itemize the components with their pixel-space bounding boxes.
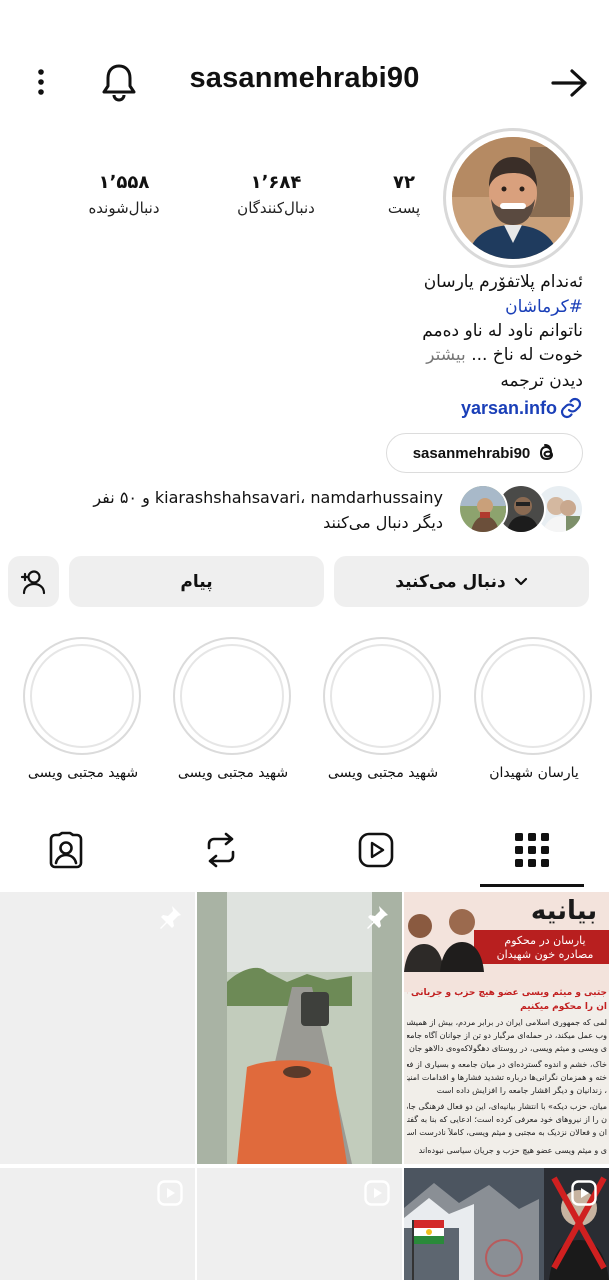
highlight-label: یارسان شهیدان [489, 765, 579, 781]
bio-website-link[interactable]: yarsan.info [461, 396, 583, 420]
bio-hashtag-link[interactable]: #کرماشان [505, 297, 583, 317]
link-chain-icon [559, 396, 583, 420]
back-arrow-icon[interactable] [548, 64, 592, 102]
statement-body-line: ی و میثم ویسی عضو هیچ حزب و جریان سیاسی … [418, 1146, 607, 1155]
profile-avatar[interactable] [443, 128, 583, 268]
tab-posts-grid[interactable] [504, 827, 560, 873]
highlight-cover [23, 637, 141, 755]
reel-play-icon [571, 1180, 597, 1206]
reposts-icon [204, 832, 238, 868]
statement-body-line: ن را از نیروهای خود معرفی کرده است؛ ادعا… [407, 1115, 607, 1124]
statement-subtitle-1: یارسان در محکوم [504, 934, 586, 947]
following-button-label: دنبال می‌کنید [395, 571, 506, 592]
threads-icon [538, 443, 556, 463]
threads-handle: sasanmehrabi90 [412, 444, 531, 462]
highlight-item[interactable] [323, 637, 443, 755]
stat-posts-count: ۷۲ [393, 172, 415, 193]
highlight-label: شهید مجتبی ویسی [327, 765, 439, 781]
reel-play-icon [157, 1180, 183, 1206]
statement-body-line: ان و فعالان نزدیک به مجتبی و میثم ویسی، … [407, 1128, 607, 1137]
statement-title: بیانیه [530, 896, 598, 926]
statement-body-line: لمی که جمهوری اسلامی ایران در برابر مردم… [407, 1018, 607, 1027]
profile-username-title: sasanmehrabi90 [189, 62, 420, 94]
stat-followers[interactable]: ۱٬۶۸۴ دنبال‌کنندگان [210, 172, 342, 217]
highlight-label: شهید مجتبی ویسی [27, 765, 139, 781]
stat-following[interactable]: ۱٬۵۵۸ دنبال‌شونده [58, 172, 190, 217]
tagged-icon [47, 831, 85, 869]
statement-body-line: وب عمل میکند، در حمله‌ای مرگبار دو تن از… [407, 1031, 607, 1040]
bio-translate-link[interactable]: دیدن ترجمه [500, 371, 583, 391]
statement-red-line-2: ان را محکوم میکنیم [520, 1002, 607, 1012]
following-dropdown-button[interactable]: دنبال می‌کنید [334, 556, 589, 607]
post-thumbnail[interactable] [0, 892, 195, 1164]
reel-play-icon [364, 1180, 390, 1206]
video-road-thumbnail [197, 892, 402, 1164]
active-tab-indicator [480, 884, 584, 887]
reels-icon [358, 832, 394, 868]
suggest-people-button[interactable] [8, 556, 59, 607]
followed-by-line-1[interactable]: kiarashshahsavari، namdarhussainy و ۵۰ ن… [93, 488, 443, 507]
highlight-cover [474, 637, 592, 755]
highlight-item[interactable] [173, 637, 293, 755]
tab-reposts[interactable] [193, 827, 249, 873]
highlight-item[interactable] [23, 637, 143, 755]
stat-following-label: دنبال‌شونده [88, 199, 160, 217]
add-person-icon [20, 569, 48, 595]
message-button-label: پیام [180, 571, 213, 592]
post-thumbnail[interactable] [0, 1168, 195, 1280]
statement-body-line: خته و همزمان نگرانی‌ها درباره تشدید فشار… [407, 1073, 607, 1082]
highlight-label: شهید مجتبی ویسی [177, 765, 289, 781]
statement-body-line: میان، حزب ‌دیکە» با انتشار بیانیه‌ای، ای… [407, 1102, 607, 1111]
highlight-cover [173, 637, 291, 755]
threads-profile-chip[interactable]: sasanmehrabi90 [386, 433, 583, 473]
pinned-icon [364, 904, 390, 930]
tab-tagged[interactable] [38, 827, 94, 873]
bio-line-1: ئەندام پلاتفۆرم یارسان [423, 272, 583, 292]
mutual-avatar [458, 484, 508, 534]
highlight-cover [323, 637, 441, 755]
grid-icon [515, 833, 549, 867]
highlight-item[interactable] [474, 637, 594, 755]
bio-line-4-text: خوەت له ناخ ... [471, 345, 583, 365]
statement-red-line-1: جتبی و میثم ویسی عضو هیچ حزب و جریانی نب… [407, 988, 607, 998]
stat-followers-label: دنبال‌کنندگان [237, 199, 315, 217]
tab-reels[interactable] [348, 827, 404, 873]
post-thumbnail[interactable]: بیانیه یارسان در محکوم مصادره خون شهیدان… [404, 892, 609, 1164]
post-thumbnail[interactable] [197, 1168, 402, 1280]
pinned-icon [157, 904, 183, 930]
stat-following-count: ۱٬۵۵۸ [98, 172, 150, 193]
bio-more-link[interactable]: بیشتر [426, 345, 466, 365]
followed-by-line-2: دیگر دنبال می‌کنند [323, 513, 443, 532]
statement-body-line: ی ویسی و میثم ویسی، در روستای دهگولاکەوە… [407, 1044, 607, 1053]
bio-line-3: ناتوانم ناود له ناو دەمم [422, 321, 583, 341]
statement-subtitle-2: مصادره خون شهیدان [496, 948, 594, 961]
website-url: yarsan.info [460, 397, 557, 418]
profile-photo [452, 137, 574, 259]
stat-posts[interactable]: ۷۲ پست [356, 172, 452, 217]
post-thumbnail[interactable] [197, 892, 402, 1164]
stat-posts-label: پست [387, 199, 421, 217]
bio-line-4: خوەت له ناخ ... بیشتر [426, 345, 583, 365]
stat-followers-count: ۱٬۶۸۴ [250, 172, 302, 193]
post-thumbnail[interactable] [404, 1168, 609, 1280]
mutual-followers-avatars[interactable] [458, 484, 586, 536]
statement-body-line: خاک، خشم و اندوه گسترده‌ای در میان جامعه… [407, 1060, 607, 1069]
statement-body-line: ، زندانیان و دیگر اقشار جامعه را افزایش … [436, 1086, 607, 1095]
chevron-down-icon [514, 577, 528, 587]
message-button[interactable]: پیام [69, 556, 324, 607]
